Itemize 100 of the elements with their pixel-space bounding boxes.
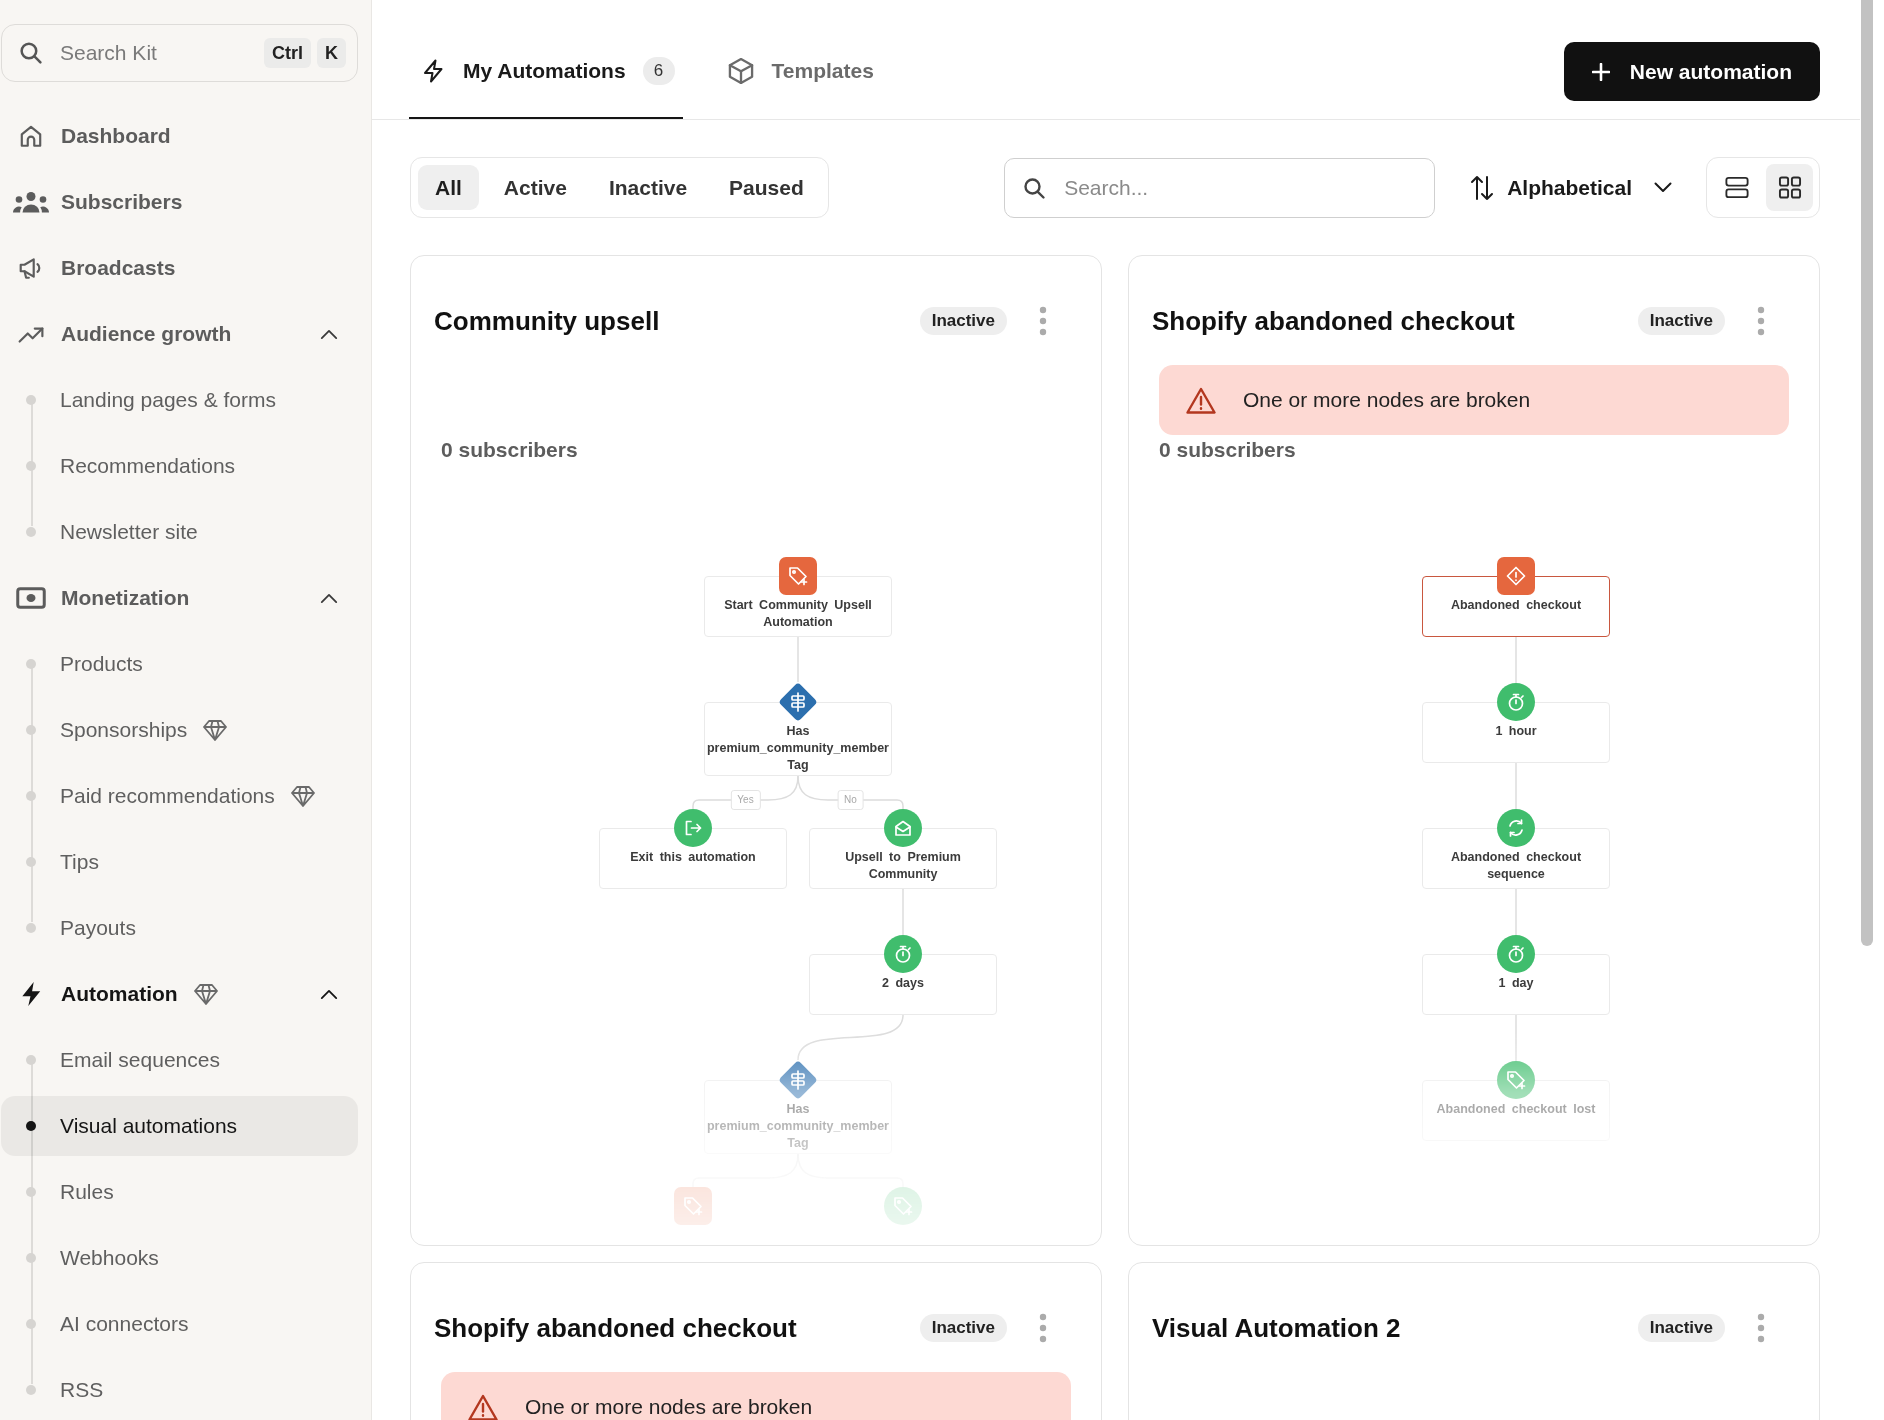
bullet-icon <box>26 725 36 735</box>
bullet-icon <box>26 1187 36 1197</box>
sidebar-item[interactable]: Subscribers <box>1 172 358 232</box>
sidebar-item[interactable]: RSS <box>1 1360 358 1420</box>
search-icon <box>18 40 43 65</box>
bullet-icon <box>26 527 36 537</box>
sidebar-item[interactable]: Recommendations <box>1 436 358 496</box>
exit-icon <box>674 809 712 847</box>
sidebar-item[interactable]: Automation <box>1 964 358 1024</box>
home-icon <box>18 123 44 149</box>
card-title: Visual Automation 2 <box>1152 1312 1402 1344</box>
plus-icon <box>1591 62 1610 81</box>
sidebar-item[interactable]: Landing pages & forms <box>1 370 358 430</box>
sidebar-item[interactable]: Sponsorships <box>1 700 358 760</box>
people-icon <box>13 191 49 213</box>
node-label: 2 days <box>881 975 925 992</box>
bullet-icon <box>26 1319 36 1329</box>
sidebar-item[interactable]: Dashboard <box>1 106 358 166</box>
stopwatch-icon <box>1497 683 1535 721</box>
node-label: 1 hour <box>1494 723 1538 740</box>
kebab-menu-icon[interactable] <box>1039 306 1047 336</box>
sidebar-item[interactable]: Rules <box>1 1162 358 1222</box>
sidebar-item[interactable]: Webhooks <box>1 1228 358 1288</box>
chevron-up-icon[interactable] <box>320 592 338 604</box>
automation-card[interactable]: Shopify abandoned checkout Inactive One or more nodes are broken <box>410 1262 1102 1420</box>
cube-icon <box>726 57 755 85</box>
sidebar-item[interactable]: Paid recommendations <box>1 766 358 826</box>
tag-icon <box>884 1187 922 1225</box>
sidebar-item[interactable]: AI connectors <box>1 1294 358 1354</box>
chevron-up-icon[interactable] <box>320 328 338 340</box>
tag-icon <box>674 1187 712 1225</box>
sync-arrows-icon <box>1497 809 1535 847</box>
count-badge: 6 <box>642 57 675 85</box>
tag-icon <box>1497 1061 1535 1099</box>
sidebar-item[interactable]: Newsletter site <box>1 502 358 562</box>
automation-card[interactable]: Shopify abandoned checkout Inactive One or more nodes are broken 0 subscribers Abandoned checkout 1 hour Abandoned checkout sequence 1 day Abandoned checkout lost <box>1128 255 1820 1246</box>
node-label: Abandoned checkout <box>1449 597 1583 614</box>
node-label: Start Community Upsell Automation <box>723 597 873 631</box>
node-label: 1 day <box>1497 975 1535 992</box>
bullet-icon <box>26 857 36 867</box>
bullet-icon <box>26 461 36 471</box>
card-title: Shopify abandoned checkout <box>434 1312 798 1344</box>
new-automation-button[interactable]: New automation <box>1563 42 1820 101</box>
sidebar-item[interactable]: Audience growth <box>1 304 358 364</box>
alert-text: One or more nodes are broken <box>525 1395 813 1419</box>
node-label: Abandoned checkout lost <box>1435 1101 1597 1118</box>
sidebar-item[interactable]: Tips <box>1 832 358 892</box>
sort-arrows-icon <box>1470 174 1495 201</box>
list-view-icon <box>1724 176 1749 199</box>
sidebar-item[interactable]: Broadcasts <box>1 238 358 298</box>
sidebar-item[interactable]: Email sequences <box>1 1030 358 1090</box>
bullet-icon <box>26 923 36 933</box>
lightning-icon <box>423 59 443 83</box>
automation-card[interactable] <box>410 255 1102 1246</box>
scrollbar-thumb[interactable] <box>1861 0 1873 946</box>
node-label: Upsell to Premium Community <box>844 849 962 883</box>
bullet-icon <box>26 1253 36 1263</box>
filter-tab[interactable]: All <box>418 165 479 210</box>
branch-label: Yes <box>730 790 761 810</box>
envelope-icon <box>884 809 922 847</box>
stopwatch-icon <box>884 935 922 973</box>
sort-button[interactable]: Alphabetical <box>1470 174 1672 201</box>
sidebar-item[interactable]: Visual automations <box>1 1096 358 1156</box>
kebab-menu-icon[interactable] <box>1757 306 1765 336</box>
bullet-icon <box>26 1121 36 1131</box>
branch-label: No <box>837 790 864 810</box>
node-label: Has premium_community_member Tag <box>706 723 890 774</box>
sidebar-item[interactable]: Payouts <box>1 898 358 958</box>
tab[interactable]: Templates <box>712 30 882 119</box>
grid-view-icon <box>1777 176 1802 199</box>
stopwatch-icon <box>1497 935 1535 973</box>
bullet-icon <box>26 1385 36 1395</box>
alert-text: One or more nodes are broken <box>1243 388 1531 412</box>
card-title: Community upsell <box>434 305 661 337</box>
search-icon <box>1022 175 1047 200</box>
status-badge: Inactive <box>919 307 1007 335</box>
sidebar-item[interactable]: Monetization <box>1 568 358 628</box>
warning-icon <box>1186 386 1216 414</box>
bullet-icon <box>26 791 36 801</box>
kebab-menu-icon[interactable] <box>1039 1313 1047 1343</box>
sidebar-item[interactable]: Products <box>1 634 358 694</box>
subscriber-count: 0 subscribers <box>441 438 578 462</box>
status-badge: Inactive <box>1637 1314 1725 1342</box>
status-badge: Inactive <box>919 1314 1007 1342</box>
search-field[interactable]: Search... <box>1004 157 1436 218</box>
card-title: Shopify abandoned checkout <box>1152 305 1516 337</box>
node-label: Exit this automation <box>629 849 757 866</box>
tag-icon <box>779 557 817 595</box>
view-button[interactable] <box>1766 164 1813 211</box>
filter-tab[interactable]: Active <box>486 165 584 210</box>
warning-icon <box>468 1393 498 1420</box>
tab[interactable]: My Automations 6 <box>409 30 683 119</box>
automation-card[interactable]: Visual Automation 2 Inactive <box>1128 1262 1820 1420</box>
filter-tab[interactable]: Inactive <box>591 165 705 210</box>
status-badge: Inactive <box>1637 307 1725 335</box>
chevron-up-icon[interactable] <box>320 988 338 1000</box>
kebab-menu-icon[interactable] <box>1757 1313 1765 1343</box>
chevron-down-icon <box>1654 182 1672 193</box>
subscriber-count: 0 subscribers <box>1159 438 1296 462</box>
filter-tab[interactable]: Paused <box>712 165 821 210</box>
